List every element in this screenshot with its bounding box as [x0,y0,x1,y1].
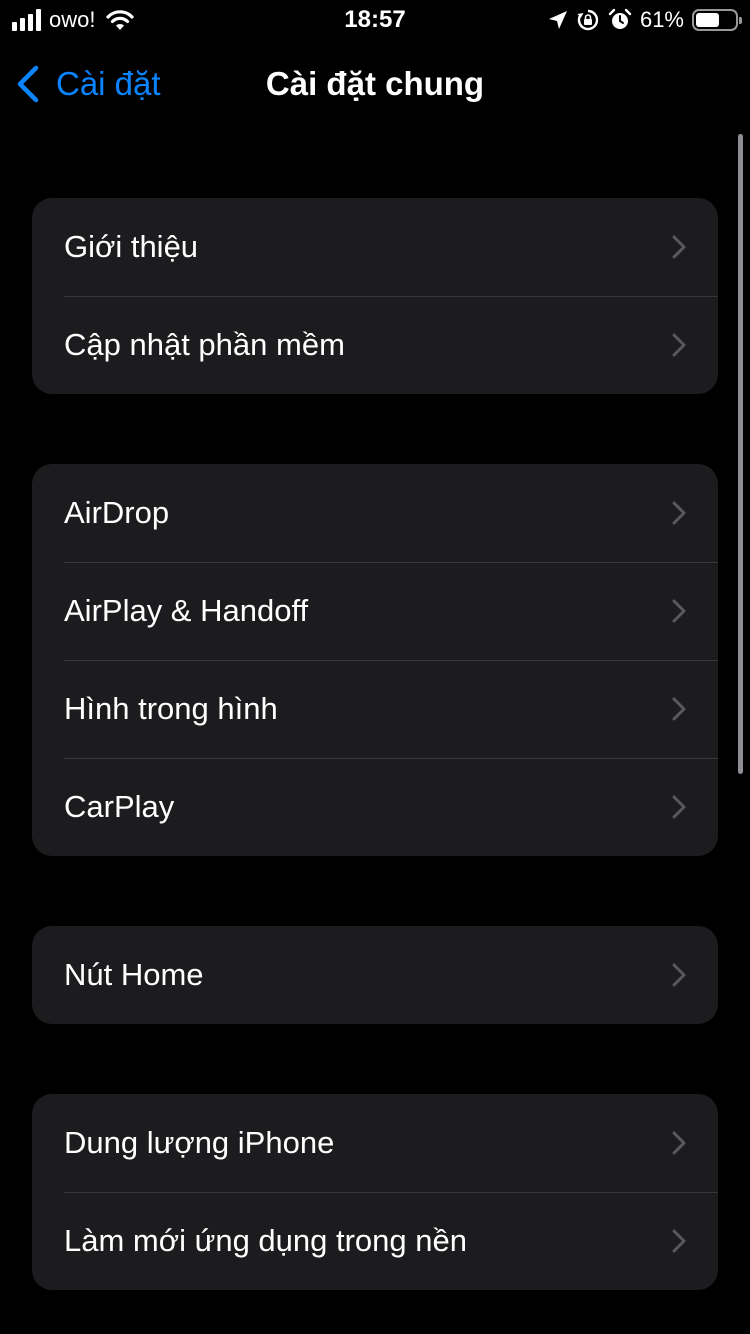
row-iphone-storage[interactable]: Dung lượng iPhone [32,1094,718,1192]
battery-percent: 61% [639,7,684,32]
battery-level-fill [696,13,720,27]
battery-icon [692,9,742,31]
row-label: AirPlay & Handoff [64,593,309,628]
location-icon [548,11,567,29]
row-label: Làm mới ứng dụng trong nền [64,1223,467,1258]
settings-group-home-button: Nút Home [32,926,718,1024]
chevron-right-icon [672,963,686,987]
row-software-update[interactable]: Cập nhật phần mềm [32,296,718,394]
chevron-right-icon [672,1131,686,1155]
row-label: CarPlay [64,789,175,824]
chevron-right-icon [672,1229,686,1253]
status-bar: owo! 18:57 61% [0,0,750,40]
chevron-right-icon [672,697,686,721]
chevron-right-icon [672,333,686,357]
row-label: Cập nhật phần mềm [64,327,345,362]
scroll-indicator[interactable] [738,134,743,774]
navigation-bar: Cài đặt Cài đặt chung [0,44,750,124]
settings-group-about: Giới thiệu Cập nhật phần mềm [32,198,718,394]
row-airplay-handoff[interactable]: AirPlay & Handoff [32,562,718,660]
row-label: Dung lượng iPhone [64,1125,335,1160]
row-label: Nút Home [64,957,204,992]
row-picture-in-picture[interactable]: Hình trong hình [32,660,718,758]
row-about[interactable]: Giới thiệu [32,198,718,296]
orientation-lock-icon [577,9,599,31]
chevron-right-icon [672,235,686,259]
row-airdrop[interactable]: AirDrop [32,464,718,562]
row-background-app-refresh[interactable]: Làm mới ứng dụng trong nền [32,1192,718,1290]
chevron-right-icon [672,501,686,525]
row-label: Giới thiệu [64,229,199,264]
settings-group-connectivity: AirDrop AirPlay & Handoff Hình trong hìn… [32,464,718,856]
settings-group-storage: Dung lượng iPhone Làm mới ứng dụng trong… [32,1094,718,1290]
row-label: AirDrop [64,495,170,530]
chevron-right-icon [672,795,686,819]
chevron-right-icon [672,599,686,623]
row-carplay[interactable]: CarPlay [32,758,718,856]
status-right: 61% [548,6,742,34]
row-home-button[interactable]: Nút Home [32,926,718,1024]
row-label: Hình trong hình [64,691,278,726]
battery-tip [739,17,742,24]
alarm-icon [608,8,632,29]
page-title: Cài đặt chung [265,65,485,102]
